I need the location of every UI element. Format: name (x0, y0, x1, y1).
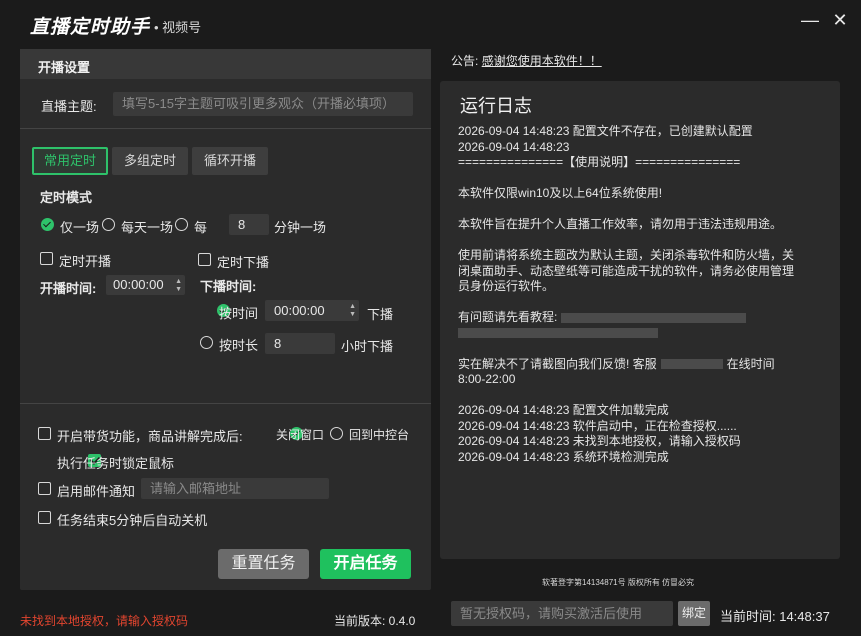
shutdown-label: 任务结束5分钟后自动关机 (57, 513, 208, 528)
mode-title: 定时模式 (40, 190, 93, 205)
tab-regular[interactable]: 常用定时 (32, 147, 108, 175)
log-line: 2026-09-04 14:48:23 软件启动中，正在检查授权...... (458, 418, 737, 433)
back-console-label: 回到中控台 (349, 428, 410, 442)
radio-back-console[interactable] (330, 427, 343, 440)
radio-end-by-duration[interactable] (200, 336, 213, 349)
goods-label: 开启带货功能，商品讲解完成后: (57, 429, 243, 444)
close-window-label: 关闭窗口 (276, 428, 325, 442)
radio-daily[interactable] (102, 218, 115, 231)
end-by-duration-label: 按时长 (219, 338, 259, 353)
log-line: 2026-09-04 14:48:23 配置文件加载完成 (458, 403, 669, 417)
mode-once-label: 仅一场 (60, 220, 100, 235)
duration-input[interactable]: 8 (265, 333, 335, 354)
settings-header: 开播设置 (20, 49, 431, 79)
log-body: 2026-09-04 14:48:23 配置文件不存在，已创建默认配置 2026… (458, 124, 803, 465)
end-time-title: 下播时间: (200, 279, 257, 294)
start-time-value: 00:00:00 (113, 277, 164, 292)
redacted-link (560, 312, 746, 323)
tutorial-label: 有问题请先看教程: (458, 310, 558, 324)
radio-every[interactable] (175, 218, 188, 231)
log-line: 2026-09-04 14:48:23 配置文件不存在，已创建默认配置 (458, 124, 753, 138)
topic-label: 直播主题: (41, 99, 97, 114)
start-check-label: 定时开播 (59, 254, 112, 269)
log-line: 本软件仅限win10及以上64位系统使用! (458, 186, 663, 200)
spinner-icon[interactable]: ▲ ▼ (349, 303, 356, 319)
settings-header-label: 开播设置 (38, 60, 91, 75)
feedback-text: 实在解决不了请截图向我们反馈! 客服 (458, 356, 657, 371)
mode-every-label: 每 (194, 220, 208, 235)
online-time-value: 8:00-22:00 (458, 372, 516, 386)
tab-loop[interactable]: 循环开播 (192, 147, 268, 175)
end-by-duration-suffix: 小时下播 (341, 339, 394, 354)
end-time-value: 00:00:00 (274, 303, 325, 318)
tab-multi[interactable]: 多组定时 (112, 147, 188, 175)
interval-unit: 分钟一场 (274, 220, 327, 235)
log-line: ===============【使用说明】=============== (458, 155, 741, 169)
end-check-label: 定时下播 (217, 255, 270, 270)
bind-button[interactable]: 绑定 (678, 601, 710, 626)
end-time-input[interactable]: 00:00:00 ▲ ▼ (265, 300, 359, 321)
log-line: 实在解决不了请截图向我们反馈! 客服 在线时间 8:00-22:00 (458, 357, 803, 388)
start-button[interactable]: 开启任务 (320, 549, 411, 579)
radio-once[interactable] (41, 218, 54, 231)
start-time-label: 开播时间: (40, 281, 97, 296)
shutdown-checkbox[interactable] (38, 511, 51, 524)
version-label: 当前版本: 0.4.0 (334, 614, 416, 628)
divider (20, 403, 431, 404)
log-line: 本软件旨在提升个人直播工作效率，请勿用于违法违规用途。 (458, 217, 783, 231)
app-title: 直播定时助手 (30, 17, 151, 38)
copyright: 软著登字第14134871号 版权所有 仿冒必究 (542, 578, 695, 587)
mail-label: 启用邮件通知 (57, 484, 136, 499)
close-icon[interactable]: ✕ (829, 11, 851, 33)
minimize-icon[interactable]: — (799, 11, 821, 33)
status-message: 未找到本地授权，请输入授权码 (20, 614, 189, 628)
lock-mouse-label: 执行任务时锁定鼠标 (57, 456, 175, 471)
mail-checkbox[interactable] (38, 482, 51, 495)
reset-button[interactable]: 重置任务 (218, 549, 309, 579)
online-time-label: 在线时间 (726, 356, 775, 371)
redacted-contact (660, 359, 723, 370)
log-title: 运行日志 (460, 96, 532, 116)
interval-input[interactable]: 8 (229, 214, 269, 235)
redacted-link (458, 328, 658, 339)
auth-code-input[interactable]: 暂无授权码，请购买激活后使用 (451, 601, 673, 626)
log-line: 2026-09-04 14:48:23 (458, 139, 570, 154)
mode-daily-label: 每天一场 (121, 220, 174, 235)
end-by-time-suffix: 下播 (367, 307, 394, 322)
log-line: 有问题请先看教程: (458, 310, 803, 341)
notice: 公告: 感谢您使用本软件！！ (451, 52, 602, 69)
goods-checkbox[interactable] (38, 427, 51, 440)
app-subtitle: • 视频号 (154, 20, 202, 35)
current-time: 当前时间: 14:48:37 (720, 609, 830, 624)
end-by-time-label: 按时间 (219, 306, 259, 321)
notice-label: 公告: (451, 54, 479, 68)
log-line: 2026-09-04 14:48:23 系统环境检测完成 (458, 449, 669, 464)
start-checkbox[interactable] (40, 252, 53, 265)
spinner-icon[interactable]: ▲ ▼ (175, 278, 182, 294)
notice-link[interactable]: 感谢您使用本软件！！ (482, 54, 602, 68)
divider (20, 128, 431, 129)
email-field[interactable]: 请输入邮箱地址 (141, 478, 329, 499)
end-checkbox[interactable] (198, 253, 211, 266)
start-time-input[interactable]: 00:00:00 ▲ ▼ (106, 275, 185, 295)
log-line: 2026-09-04 14:48:23 未找到本地授权，请输入授权码 (458, 434, 741, 448)
topic-input[interactable]: 填写5-15字主题可吸引更多观众（开播必填项） (113, 92, 413, 116)
log-line: 使用前请将系统主题改为默认主题，关闭杀毒软件和防火墙，关闭桌面助手、动态壁纸等可… (458, 248, 795, 293)
